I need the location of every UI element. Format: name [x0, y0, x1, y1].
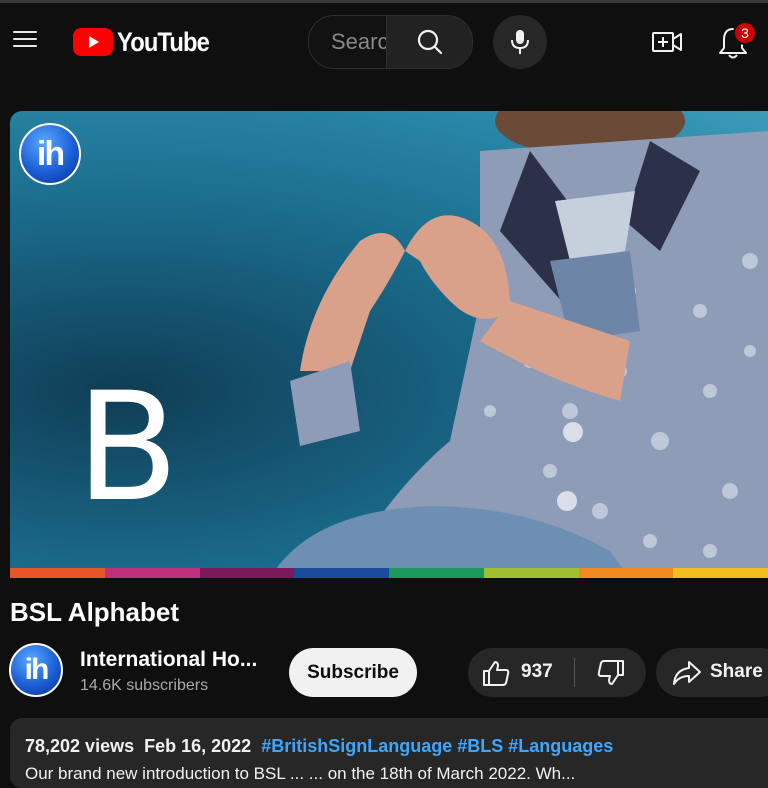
share-button[interactable]: Share [656, 648, 768, 697]
menu-button[interactable] [10, 24, 40, 54]
youtube-play-icon [73, 28, 113, 56]
hashtag-link[interactable]: #BritishSignLanguage [261, 736, 452, 756]
like-dislike-group: 937 [468, 648, 646, 697]
thumbs-up-icon [483, 661, 510, 686]
color-strip-segment [483, 568, 579, 578]
description-box[interactable]: 78,202 views Feb 16, 2022 #BritishSignLa… [10, 718, 768, 788]
microphone-icon [511, 30, 529, 54]
subscribe-button[interactable]: Subscribe [289, 648, 417, 697]
voice-search-button[interactable] [493, 15, 547, 69]
top-divider [0, 0, 768, 3]
share-icon [673, 661, 701, 685]
video-title: BSL Alphabet [10, 597, 180, 627]
color-strip-segment [199, 568, 295, 578]
color-strip-segment [294, 568, 389, 578]
youtube-logo[interactable]: YouTube [73, 26, 221, 58]
thumbs-down-icon [597, 659, 624, 685]
top-bar: YouTube 3 [0, 0, 768, 84]
dislike-button[interactable] [575, 648, 646, 697]
menu-icon-line [13, 38, 37, 40]
color-strip-segment [104, 568, 200, 578]
color-strip-segment [673, 568, 768, 578]
channel-watermark-logo: ih [19, 123, 81, 185]
color-strip-segment [389, 568, 484, 578]
view-count: 78,202 views [25, 736, 135, 756]
color-strip-segment [10, 568, 105, 578]
video-player[interactable]: ih B [10, 111, 768, 578]
like-button[interactable]: 937 [468, 648, 574, 697]
description-stats: 78,202 views Feb 16, 2022 #BritishSignLa… [25, 736, 613, 757]
upload-date: Feb 16, 2022 [144, 736, 252, 756]
search-box [308, 15, 473, 69]
search-icon [417, 29, 443, 55]
search-button[interactable] [386, 16, 472, 68]
hashtag-link[interactable]: #BLS [457, 736, 503, 756]
menu-icon [13, 31, 37, 33]
subscriber-count: 14.6K subscribers [80, 677, 209, 694]
channel-name[interactable]: International Ho... [80, 648, 257, 672]
create-button[interactable] [650, 26, 684, 58]
sign-letter-overlay: B [76, 361, 179, 535]
channel-avatar[interactable]: ih [9, 643, 63, 697]
logo-text: YouTube [117, 26, 210, 57]
hashtag-link[interactable]: #Languages [508, 736, 613, 756]
notification-count-badge: 3 [733, 21, 757, 45]
like-count: 937 [521, 661, 553, 682]
description-text: Our brand new introduction to BSL ... ..… [25, 764, 576, 783]
color-strip [10, 568, 768, 578]
create-video-icon [652, 32, 682, 52]
share-label: Share [710, 661, 763, 682]
menu-icon-line [13, 45, 37, 47]
color-strip-segment [578, 568, 674, 578]
